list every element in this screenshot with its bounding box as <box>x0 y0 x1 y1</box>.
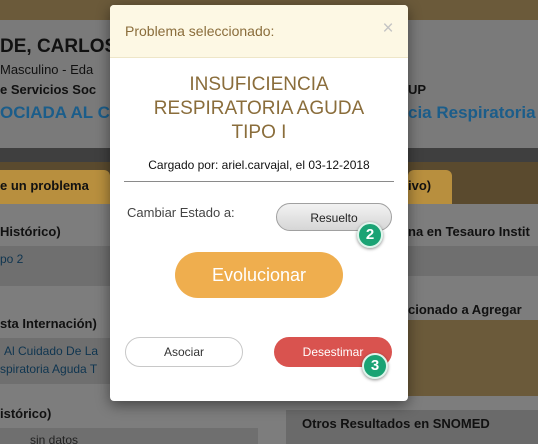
evolve-button[interactable]: Evolucionar <box>175 252 343 298</box>
problem-name-line: TIPO I <box>231 122 287 143</box>
tesauro-box <box>408 246 538 276</box>
patient-services: e Servicios Soc <box>0 82 97 97</box>
problem-name: INSUFICIENCIA RESPIRATORIA AGUDA TIPO I <box>110 73 408 145</box>
section-historico2-title: istórico) <box>0 406 52 421</box>
problem-name-line: RESPIRATORIA AGUDA <box>153 98 365 119</box>
cuidado-link[interactable]: Al Cuidado De La <box>4 344 98 358</box>
asociado-box <box>408 320 538 396</box>
problem-name-line: INSUFICIENCIA <box>189 74 329 95</box>
section-tesauro-title: na en Tesauro Instit <box>408 224 530 239</box>
diagnosis-left: OCIADA AL C <box>0 103 110 122</box>
change-state-label: Cambiar Estado a: <box>127 205 235 220</box>
tab-right-label: ivo) <box>408 178 432 193</box>
section-internacion-title: sta Internación) <box>0 316 97 331</box>
modal-title: Problema seleccionado: <box>125 23 275 39</box>
associate-button[interactable]: Asociar <box>125 337 243 367</box>
patient-services-right: UP <box>408 82 427 97</box>
modal-header: Problema seleccionado: × <box>110 5 408 58</box>
diagnosis-right: cia Respiratoria <box>408 103 536 122</box>
respiratoria-link[interactable]: spiratoria Aguda T <box>0 362 97 376</box>
section-asociado-title: cionado a Agregar <box>408 302 522 317</box>
tipo-item-link[interactable]: po 2 <box>0 252 23 266</box>
step-badge-3: 3 <box>362 353 388 379</box>
divider <box>124 181 394 182</box>
sin-datos-text: sin datos <box>30 433 79 444</box>
close-icon[interactable]: × <box>378 18 398 40</box>
patient-name: DE, CARLOS <box>0 36 118 57</box>
patient-info: Masculino - Eda <box>0 62 94 77</box>
tab-left-label: e un problema <box>0 178 89 193</box>
loaded-by-text: Cargado por: ariel.carvajal, el 03-12-20… <box>148 158 370 172</box>
problem-modal: Problema seleccionado: × INSUFICIENCIA R… <box>110 5 408 401</box>
step-badge-2: 2 <box>357 222 383 248</box>
section-historico-title: Histórico) <box>0 224 61 239</box>
otros-resultados-title: Otros Resultados en SNOMED <box>302 416 490 431</box>
